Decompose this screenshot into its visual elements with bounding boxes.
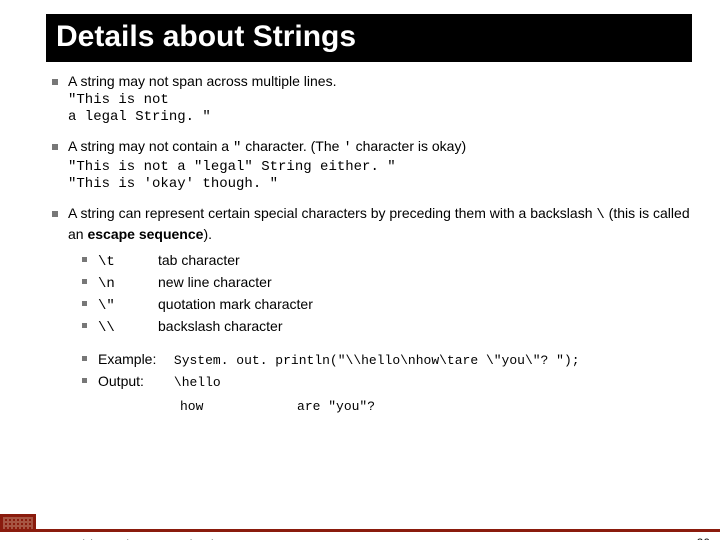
output-label: Output: <box>98 371 170 391</box>
bullet-2-post: character is okay) <box>352 138 466 154</box>
bullet-2-code2: ' <box>343 140 351 156</box>
escape-row: \\backslash character <box>78 316 700 338</box>
escape-sym: \" <box>98 296 158 316</box>
output-line-2: how are "you"? <box>180 398 700 416</box>
escape-row: \ttab character <box>78 250 700 272</box>
escape-sym: \n <box>98 274 158 294</box>
output-row: Output: \hello <box>78 371 700 393</box>
escape-row: \nnew line character <box>78 272 700 294</box>
escape-desc: quotation mark character <box>158 296 313 312</box>
page-number: 20 <box>697 536 710 540</box>
example-list: Example: System. out. println("\\hello\n… <box>78 349 700 393</box>
escape-list: \ttab character \nnew line character \"q… <box>78 250 700 339</box>
slide-body: A string may not span across multiple li… <box>46 72 700 416</box>
bullet-3-bold: escape sequence <box>87 226 203 242</box>
example-code: System. out. println("\\hello\nhow\tare … <box>174 353 580 368</box>
bullet-3: A string can represent certain special c… <box>46 204 700 416</box>
example-label: Example: <box>98 349 170 369</box>
bullet-3-pre: A string can represent certain special c… <box>68 205 596 221</box>
bullet-1-text: A string may not span across multiple li… <box>68 73 336 89</box>
example-row: Example: System. out. println("\\hello\n… <box>78 349 700 371</box>
bullet-1: A string may not span across multiple li… <box>46 72 700 127</box>
escape-sym: \\ <box>98 318 158 338</box>
escape-desc: backslash character <box>158 318 283 334</box>
output-line-1: \hello <box>174 375 221 390</box>
escape-row: \"quotation mark character <box>78 294 700 316</box>
slide-title: Details about Strings <box>46 14 692 62</box>
bullet-2-pre: A string may not contain a <box>68 138 233 154</box>
bullet-3-codechar: \ <box>596 207 604 223</box>
bullet-2: A string may not contain a " character. … <box>46 137 700 194</box>
bullet-2-code: "This is not a "legal" String either. " … <box>68 159 700 194</box>
escape-desc: tab character <box>158 252 240 268</box>
escape-desc: new line character <box>158 274 272 290</box>
bullet-3-post: ). <box>203 226 212 242</box>
escape-sym: \t <box>98 252 158 272</box>
bullet-1-code: "This is not a legal String. " <box>68 92 700 127</box>
bullet-2-mid: character. (The <box>241 138 343 154</box>
